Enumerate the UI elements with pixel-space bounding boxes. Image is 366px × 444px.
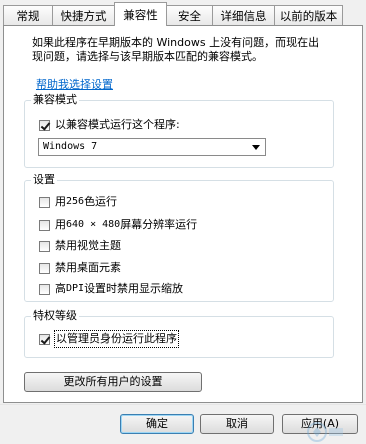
settings-title: 设置 (31, 173, 57, 187)
setting-640-value: 640 × 480 (66, 219, 121, 230)
setting-disable-desktop-checkbox[interactable] (39, 262, 50, 274)
footer-divider (0, 404, 366, 405)
tab-shortcut[interactable]: 快捷方式 (52, 5, 115, 25)
compat-mode-group: 兼容模式 (24, 93, 334, 168)
setting-high-dpi[interactable]: 高 DPI 设置时禁用显示缩放 (39, 281, 183, 297)
setting-disable-themes[interactable]: 禁用视觉主题 (39, 238, 121, 254)
setting-256-prefix: 用 (55, 195, 66, 208)
tab-previous-versions[interactable]: 以前的版本 (274, 5, 343, 25)
compat-mode-row[interactable]: 以兼容模式运行这个程序: (39, 117, 180, 133)
setting-high-dpi-checkbox[interactable] (39, 283, 50, 295)
setting-dpi-prefix: 高 (55, 282, 66, 295)
dropdown-arrow-icon[interactable] (252, 145, 260, 150)
privilege-title: 特权等级 (31, 309, 79, 323)
setting-256-colors[interactable]: 用 256 色运行 (39, 194, 117, 210)
os-version-select[interactable]: Windows 7 (38, 138, 266, 156)
compat-mode-checkbox[interactable] (39, 119, 50, 131)
tab-details[interactable]: 详细信息 (212, 5, 275, 25)
tab-general[interactable]: 常规 (3, 5, 53, 25)
tab-compatibility[interactable]: 兼容性 (114, 2, 167, 26)
setting-640-prefix: 用 (55, 218, 66, 231)
compat-mode-label: 以兼容模式运行这个程序: (55, 118, 180, 131)
setting-disable-themes-label: 禁用视觉主题 (55, 239, 121, 252)
setting-dpi-value: DPI (66, 283, 85, 294)
setting-640x480-checkbox[interactable] (39, 219, 50, 231)
cancel-button[interactable]: 取消 (200, 414, 274, 434)
run-as-admin-row[interactable]: 以管理员身份运行此程序 (39, 330, 179, 348)
intro-line-2: 现问题，请选择与该早期版本匹配的兼容模式。 (32, 50, 263, 63)
tab-security[interactable]: 安全 (166, 5, 213, 25)
setting-256-suffix: 色运行 (84, 195, 118, 208)
setting-640x480[interactable]: 用 640 × 480 屏幕分辨率运行 (39, 217, 197, 233)
setting-disable-desktop-label: 禁用桌面元素 (55, 261, 121, 274)
intro-text: 如果此程序在早期版本的 Windows 上没有问题，而现在出 现问题，请选择与该… (32, 36, 352, 64)
setting-dpi-suffix: 设置时禁用显示缩放 (84, 282, 184, 295)
watermark-logo-icon (307, 422, 343, 442)
intro-line-1: 如果此程序在早期版本的 Windows 上没有问题，而现在出 (32, 36, 320, 49)
change-all-users-button[interactable]: 更改所有用户的设置 (24, 372, 202, 392)
setting-256-colors-checkbox[interactable] (39, 196, 50, 208)
run-as-admin-checkbox[interactable] (39, 333, 50, 345)
ok-button[interactable]: 确定 (120, 414, 194, 434)
compat-mode-title: 兼容模式 (31, 93, 79, 107)
setting-256-value: 256 (66, 196, 85, 207)
setting-disable-desktop[interactable]: 禁用桌面元素 (39, 260, 121, 276)
run-as-admin-label: 以管理员身份运行此程序 (54, 330, 179, 348)
setting-disable-themes-checkbox[interactable] (39, 240, 50, 252)
os-version-value: Windows 7 (43, 141, 98, 152)
tab-strip: 常规 快捷方式 兼容性 安全 详细信息 以前的版本 (0, 0, 366, 26)
setting-640-suffix: 屏幕分辨率运行 (120, 218, 198, 231)
help-me-choose-link[interactable]: 帮助我选择设置 (36, 76, 113, 92)
